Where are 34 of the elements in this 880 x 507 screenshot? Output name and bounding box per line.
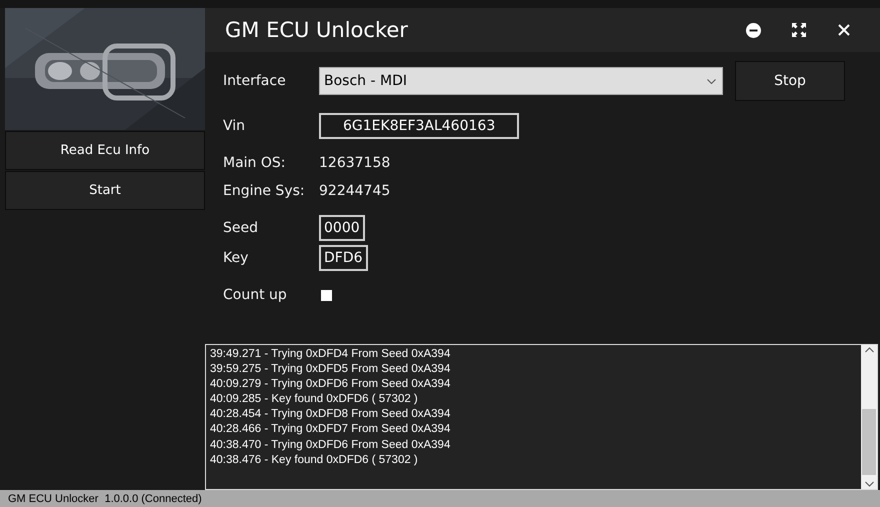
chevron-down-icon	[707, 78, 716, 84]
scrollbar[interactable]	[861, 345, 877, 489]
key-field[interactable]: DFD6	[319, 245, 368, 271]
field-label: Interface	[223, 73, 287, 89]
close-icon[interactable]	[838, 24, 850, 36]
log-line: 40:38.470 - Trying 0xDFD6 From Seed 0xA394	[210, 438, 452, 453]
seed-field[interactable]: 0000	[319, 215, 365, 241]
interface-dropdown[interactable]: Bosch - MDI	[319, 67, 723, 95]
sidebar-button[interactable]: Read Ecu Info	[5, 131, 205, 170]
info-value: 92244745	[319, 183, 390, 199]
field-label: Vin	[223, 118, 246, 134]
log-line: 40:09.285 - Key found 0xDFD6 ( 57302 )	[210, 392, 419, 408]
info-value: 12637158	[319, 155, 390, 171]
scroll-up-icon[interactable]	[864, 345, 874, 355]
log-line: 40:28.454 - Trying 0xDFD8 From Seed 0xA394	[210, 407, 452, 422]
field-label: Key	[223, 250, 250, 266]
log-line: 40:09.279 - Trying 0xDFD6 From Seed 0xA394	[210, 377, 452, 392]
window-title: GM ECU Unlocker	[225, 18, 409, 42]
stop-button[interactable]: Stop	[735, 61, 845, 101]
count-up-checkbox[interactable]	[321, 290, 332, 300]
status-bar: GM ECU Unlocker 1.0.0.0 (Connected)	[0, 490, 880, 507]
minimize-icon[interactable]	[746, 22, 761, 38]
maximize-icon[interactable]	[792, 23, 806, 37]
log-line: 40:28.466 - Trying 0xDFD7 From Seed 0xA394	[210, 422, 452, 438]
info-label: Engine Sys:	[223, 183, 306, 199]
sidebar-button[interactable]: Start	[5, 171, 205, 210]
scroll-down-icon[interactable]	[864, 479, 874, 489]
info-label: Main OS:	[223, 155, 286, 171]
log-line: 39:49.271 - Trying 0xDFD4 From Seed 0xA394	[210, 347, 452, 362]
log-line: 39:59.275 - Trying 0xDFD5 From Seed 0xA394	[210, 362, 452, 378]
vin-field[interactable]: 6G1EK8EF3AL460163	[319, 113, 520, 139]
log-line: 40:38.476 - Key found 0xDFD6 ( 57302 )	[210, 452, 419, 468]
checkbox-label: Count up	[223, 287, 288, 303]
field-label: Seed	[223, 220, 259, 236]
